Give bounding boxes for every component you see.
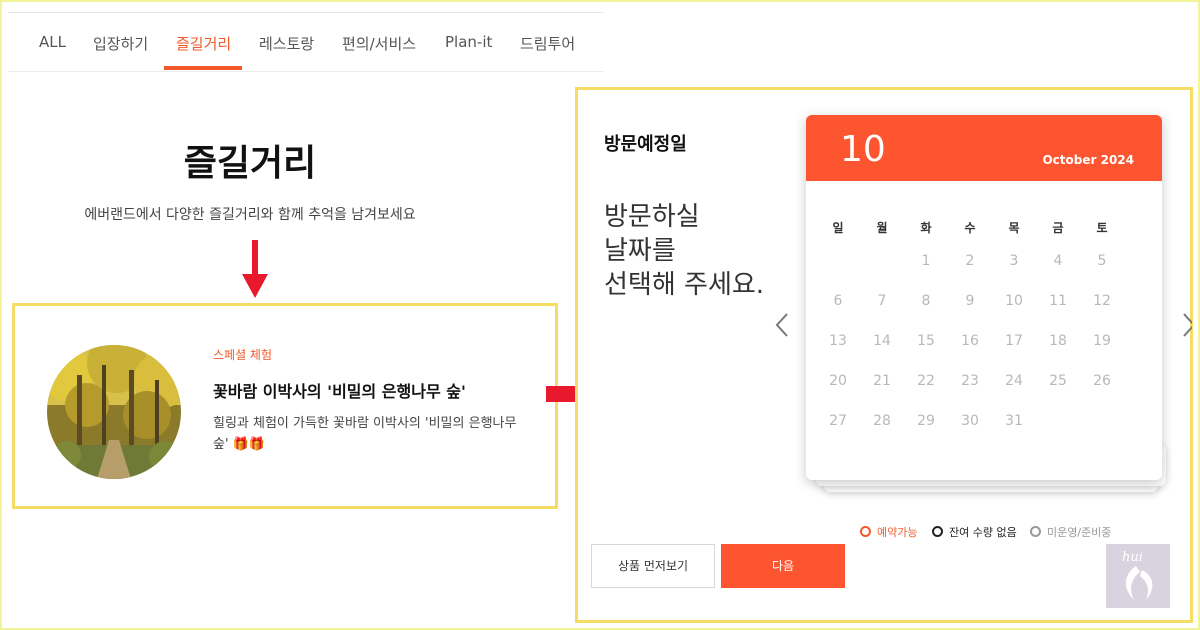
calendar-date[interactable]: 1: [911, 253, 941, 269]
calendar-date[interactable]: 10: [999, 293, 1029, 309]
legend-available: 예약가능: [860, 524, 917, 540]
calendar-date[interactable]: 25: [1043, 373, 1073, 389]
calendar-date[interactable]: 16: [955, 333, 985, 349]
weekday-label: 화: [920, 221, 932, 235]
experience-card[interactable]: 스페셜 체험 꽃바람 이박사의 '비밀의 은행나무 숲' 힐링과 체험이 가득한…: [12, 303, 558, 509]
calendar-date[interactable]: 13: [823, 333, 853, 349]
card-title[interactable]: 꽃바람 이박사의 '비밀의 은행나무 숲': [213, 378, 466, 402]
section-description: 에버랜드에서 다양한 즐길거리와 함께 추억을 남겨보세요: [84, 207, 416, 223]
calendar-date[interactable]: 11: [1043, 293, 1073, 309]
calendar-date[interactable]: 29: [911, 413, 941, 429]
weekday-label: 금: [1052, 221, 1064, 235]
calendar-date[interactable]: 9: [955, 293, 985, 309]
selected-day: 10: [840, 129, 886, 170]
calendar-date[interactable]: 5: [1087, 253, 1117, 269]
tab-restaurant[interactable]: 레스토랑: [259, 33, 314, 54]
calendar-date[interactable]: 22: [911, 373, 941, 389]
preview-product-button[interactable]: 상품 먼저보기: [591, 544, 715, 588]
calendar-date[interactable]: 17: [999, 333, 1029, 349]
active-tab-indicator: [164, 66, 242, 70]
weekday-label: 목: [1008, 221, 1020, 235]
calendar-date[interactable]: 23: [955, 373, 985, 389]
watermark-logo: hui: [1106, 544, 1170, 608]
calendar-date[interactable]: 2: [955, 253, 985, 269]
section-title: 즐길거리: [183, 143, 317, 184]
booking-panel: 방문예정일 방문하실 날짜를 선택해 주세요. 10 October 2024 …: [575, 87, 1193, 623]
calendar-date[interactable]: 26: [1087, 373, 1117, 389]
legend-sold-out-dot: [932, 526, 943, 537]
chevron-right-icon[interactable]: [1182, 312, 1192, 338]
month-year-label: October 2024: [1042, 153, 1134, 167]
calendar-date[interactable]: 27: [823, 413, 853, 429]
calendar-date[interactable]: 15: [911, 333, 941, 349]
legend-available-dot: [860, 526, 871, 537]
card-description: 힐링과 체험이 가득한 꽃바람 이박사의 '비밀의 은행나무 숲' 🎁🎁: [213, 416, 517, 452]
calendar: 10 October 2024 일월화수목금토 1 2 3 4 5 6 7 8 9 10 11 12 1…: [806, 115, 1162, 480]
tab-dream-tour[interactable]: 드림투어: [520, 33, 575, 54]
next-button[interactable]: 다음: [721, 544, 845, 588]
calendar-date[interactable]: 21: [867, 373, 897, 389]
weekday-label: 수: [964, 221, 976, 235]
legend-closed: 미운영/준비중: [1030, 524, 1111, 540]
category-tabs: ALL 입장하기 즐길거리 레스토랑 편의/서비스 Plan-it 드림투어: [8, 12, 604, 72]
tab-plan-it[interactable]: Plan-it: [445, 33, 492, 51]
calendar-date[interactable]: 19: [1087, 333, 1117, 349]
visit-date-title: 방문예정일: [604, 134, 687, 155]
calendar-date[interactable]: 14: [867, 333, 897, 349]
calendar-date[interactable]: 12: [1087, 293, 1117, 309]
arrow-down-icon: [242, 240, 268, 298]
weekday-label: 일: [832, 221, 844, 235]
calendar-date[interactable]: 28: [867, 413, 897, 429]
calendar-date[interactable]: 6: [823, 293, 853, 309]
date-select-prompt: 방문하실 날짜를 선택해 주세요.: [604, 202, 765, 300]
calendar-date[interactable]: 18: [1043, 333, 1073, 349]
tab-entry[interactable]: 입장하기: [93, 33, 148, 54]
weekday-label: 토: [1096, 221, 1108, 235]
calendar-date[interactable]: 8: [911, 293, 941, 309]
calendar-header: 10 October 2024: [806, 115, 1162, 181]
calendar-date[interactable]: 30: [955, 413, 985, 429]
card-tag: 스페셜 체험: [213, 348, 273, 362]
weekday-label: 월: [876, 221, 888, 235]
tab-services[interactable]: 편의/서비스: [342, 33, 416, 54]
legend-sold-out: 잔여 수량 없음: [932, 524, 1017, 540]
legend-closed-dot: [1030, 526, 1041, 537]
legend-sold-out-label: 잔여 수량 없음: [949, 526, 1017, 539]
calendar-date[interactable]: 24: [999, 373, 1029, 389]
calendar-date[interactable]: 31: [999, 413, 1029, 429]
calendar-date[interactable]: 7: [867, 293, 897, 309]
calendar-date[interactable]: 3: [999, 253, 1029, 269]
legend-available-label: 예약가능: [877, 526, 918, 539]
legend-closed-label: 미운영/준비중: [1047, 526, 1112, 539]
tab-all[interactable]: ALL: [39, 33, 66, 51]
chevron-left-icon[interactable]: [774, 312, 790, 338]
calendar-date[interactable]: 4: [1043, 253, 1073, 269]
tab-attractions[interactable]: 즐길거리: [176, 33, 231, 54]
calendar-date[interactable]: 20: [823, 373, 853, 389]
ginkgo-forest-photo: [47, 345, 181, 479]
